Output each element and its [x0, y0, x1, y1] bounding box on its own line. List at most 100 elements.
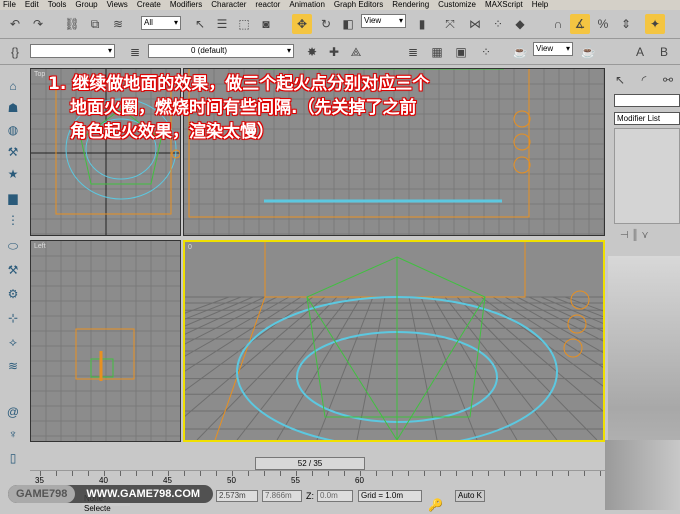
render-view-dropdown[interactable]: View	[533, 42, 573, 56]
ruler-tick	[136, 471, 137, 476]
box-icon[interactable]: ▆	[5, 191, 21, 207]
hierarchy-icon[interactable]: ⚯	[658, 70, 678, 90]
layer-dropdown[interactable]: 0 (default)	[148, 44, 294, 58]
redo-icon[interactable]: ↷	[28, 14, 48, 34]
cylinder-icon[interactable]: ⬭	[5, 239, 21, 255]
track-bar[interactable]: 35 40 45 50 55 60	[30, 470, 605, 486]
select-layer-icon[interactable]: ⟁	[346, 42, 366, 62]
wrench-icon[interactable]: ⚒	[5, 145, 21, 161]
grid-perspective	[185, 242, 603, 440]
spacewarp-icon[interactable]: ⟡	[5, 335, 21, 351]
ruler-tick	[536, 471, 537, 476]
angle-snap-icon[interactable]: ∡	[570, 14, 590, 34]
menu-item[interactable]: File	[3, 0, 16, 10]
link-icon[interactable]: ⛓	[62, 14, 82, 34]
waves-icon[interactable]: ≋	[5, 359, 21, 375]
material-editor-icon[interactable]: ⁘	[476, 42, 496, 62]
scale-icon[interactable]: ◧	[338, 14, 358, 34]
auto-key-button[interactable]: Auto K	[455, 490, 485, 502]
quick-render-icon[interactable]: ☕	[578, 42, 598, 62]
gear-icon[interactable]: ⚙	[5, 287, 21, 303]
modify-icon[interactable]: ☗	[5, 101, 21, 117]
undo-icon[interactable]: ↶	[5, 14, 25, 34]
ref-coord-dropdown[interactable]: View	[361, 14, 406, 28]
hammer-icon[interactable]: ⚒	[5, 263, 21, 279]
ruler-tick	[88, 471, 89, 476]
menu-item[interactable]: Group	[75, 0, 97, 10]
window-crossing-icon[interactable]: ◙	[256, 14, 276, 34]
panel-icon[interactable]: ▯	[5, 451, 21, 467]
modifier-stack[interactable]	[614, 128, 680, 224]
mirror-icon[interactable]: ⋈	[465, 14, 485, 34]
rotate-icon[interactable]: ↻	[316, 14, 336, 34]
bind-spacewarp-icon[interactable]: ≋	[108, 14, 128, 34]
menu-item[interactable]: Views	[107, 0, 128, 10]
tab-panel-left: ⌂ ☗ ◍ ⚒ ★ ▆ ⋮ ⬭ ⚒ ⚙ ⊹ ⟡ ≋ @ ♆ ▯	[0, 65, 28, 485]
ruler-tick	[264, 471, 265, 476]
spiral-icon[interactable]: @	[5, 405, 21, 421]
menu-item[interactable]: Edit	[25, 0, 39, 10]
render-a-icon[interactable]: A	[630, 42, 650, 62]
menu-item[interactable]: Animation	[289, 0, 325, 10]
menu-item[interactable]: Create	[137, 0, 161, 10]
layer-props-icon[interactable]: ✸	[302, 42, 322, 62]
manipulate-icon[interactable]: ⤧	[440, 14, 460, 34]
x-coord-field[interactable]: 2.573m	[216, 490, 258, 502]
menu-item[interactable]: Help	[532, 0, 548, 10]
z-coord-field[interactable]: 0.0m	[317, 490, 353, 502]
move-icon[interactable]: ✥	[292, 14, 312, 34]
select-icon[interactable]: ↖	[190, 14, 210, 34]
layers-icon[interactable]: ≣	[403, 42, 423, 62]
ruler-tick	[520, 471, 521, 476]
spinner-snap-icon[interactable]: ⇕	[616, 14, 636, 34]
menu-item[interactable]: Character	[211, 0, 246, 10]
z-label: Z:	[306, 491, 314, 501]
menu-item[interactable]: Customize	[438, 0, 476, 10]
time-slider[interactable]: 52 / 35	[255, 457, 365, 470]
selection-filter-dropdown[interactable]: All	[141, 16, 181, 30]
menu-bar: File Edit Tools Group Views Create Modifiers Ch…	[0, 0, 680, 10]
menu-item[interactable]: Graph Editors	[334, 0, 383, 10]
align-icon[interactable]: ◆	[510, 14, 530, 34]
bend-icon[interactable]: ◜	[634, 70, 654, 90]
viewport-label: 0	[188, 244, 192, 251]
curve-editor-icon[interactable]: ▦	[427, 42, 447, 62]
viewport-perspective[interactable]: 0	[183, 240, 605, 442]
render-b-icon[interactable]: B	[654, 42, 674, 62]
snap-icon[interactable]: ∩	[548, 14, 568, 34]
modifier-list-dropdown[interactable]: Modifier List	[614, 112, 680, 125]
menu-item[interactable]: Modifiers	[170, 0, 202, 10]
main-toolbar: ↶ ↷ ⛓ ⧉ ≋ All ↖ ☰ ⬚ ◙ ✥ ↻ ◧ View ▮ ⤧ ⋈ ⁘…	[0, 10, 680, 39]
named-selection-icon[interactable]: ✦	[645, 14, 665, 34]
add-to-layer-icon[interactable]: ✚	[324, 42, 344, 62]
background	[605, 440, 680, 510]
layer-manager-icon[interactable]: ≣	[125, 42, 145, 62]
helper-icon[interactable]: ⊹	[5, 311, 21, 327]
render-scene-icon[interactable]: ☕	[510, 42, 530, 62]
y-coord-field[interactable]: 7.866m	[262, 490, 302, 502]
pivot-icon[interactable]: ▮	[412, 14, 432, 34]
create-icon[interactable]: ⌂	[5, 79, 21, 95]
viewport-left[interactable]: Left	[30, 240, 181, 442]
pin-stack-icon[interactable]: ⊣ ║ ⋎	[620, 230, 649, 241]
select-by-name-icon[interactable]: ☰	[212, 14, 232, 34]
rect-region-icon[interactable]: ⬚	[234, 14, 254, 34]
array-icon[interactable]: ⁘	[488, 14, 508, 34]
sphere-icon[interactable]: ◍	[5, 123, 21, 139]
ruler-label: 45	[163, 476, 172, 485]
schematic-icon[interactable]: ▣	[451, 42, 471, 62]
select-cursor-icon[interactable]: ↖	[610, 70, 630, 90]
biped-icon[interactable]: ♆	[5, 427, 21, 443]
object-name-field[interactable]	[614, 94, 680, 107]
menu-item[interactable]: Tools	[48, 0, 67, 10]
star-icon[interactable]: ★	[5, 167, 21, 183]
named-selection-dropdown[interactable]	[30, 44, 115, 58]
menu-item[interactable]: reactor	[255, 0, 280, 10]
menu-item[interactable]: Rendering	[392, 0, 429, 10]
menu-item[interactable]: MAXScript	[485, 0, 523, 10]
named-sets-icon[interactable]: {}	[5, 42, 25, 62]
unlink-icon[interactable]: ⧉	[85, 14, 105, 34]
percent-snap-icon[interactable]: %	[593, 14, 613, 34]
sliders-icon[interactable]: ⋮	[5, 213, 21, 229]
ruler-tick	[56, 471, 57, 476]
